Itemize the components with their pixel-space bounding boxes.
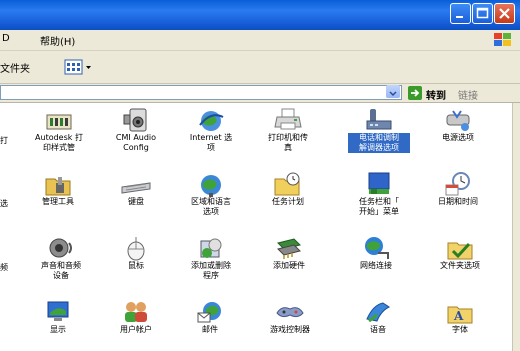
display-icon	[47, 301, 69, 321]
keyboard-item[interactable]: 键盘	[110, 175, 162, 207]
network-connections-icon	[365, 237, 389, 259]
views-icon[interactable]	[64, 57, 94, 77]
admin-tools-icon	[45, 177, 71, 196]
taskbar-start-icon	[368, 172, 390, 194]
item-label: 添加或删除 程序	[191, 261, 231, 280]
toolbar: 文件夹	[0, 51, 520, 84]
user-accounts-item[interactable]: 用户帐户	[110, 299, 162, 335]
sounds-audio-devices-item[interactable]: 声音和音频 设备	[30, 235, 92, 281]
item-label: 键盘	[128, 197, 144, 206]
administrative-tools-item[interactable]: 管理工具	[30, 173, 86, 207]
item-label: CMI Audio Config	[115, 133, 157, 152]
autodesk-plot-style-item[interactable]: Autodesk 打 印样式管	[28, 109, 90, 153]
go-arrow-icon[interactable]	[408, 86, 422, 100]
region-language-icon	[201, 175, 221, 197]
item-label: 声音和音频 设备	[41, 261, 81, 280]
add-remove-programs-item[interactable]: 添加或删除 程序	[180, 235, 242, 281]
mouse-icon	[127, 236, 145, 261]
game-controller-icon	[276, 307, 304, 318]
close-button[interactable]	[494, 3, 515, 24]
maximize-button[interactable]	[472, 3, 493, 24]
item-label: 字体	[452, 325, 468, 334]
cmi-audio-config-item[interactable]: CMI Audio Config	[108, 107, 164, 153]
item-label: 鼠标	[128, 261, 144, 270]
autodesk-icon	[46, 114, 72, 130]
folder-options-item[interactable]: 文件夹选项	[430, 235, 490, 271]
power-options-item[interactable]: 电源选项	[430, 107, 486, 143]
mouse-item[interactable]: 鼠标	[112, 235, 160, 271]
folders-button[interactable]: 文件夹	[0, 60, 30, 75]
fonts-icon: A	[447, 306, 473, 324]
item-label: 网络连接	[360, 261, 392, 270]
fonts-item[interactable]: A 字体	[438, 299, 482, 335]
menu-item-tools-fragment[interactable]: D	[2, 33, 10, 44]
internet-options-item[interactable]: Internet 选 项	[180, 107, 242, 153]
item-label: 任务栏和「 开始」菜单	[359, 197, 399, 216]
phone-modem-options-item[interactable]: 电话和调制 解调器选项	[348, 107, 410, 153]
go-button[interactable]: 转到	[426, 87, 446, 102]
add-remove-programs-icon	[200, 238, 222, 258]
partial-item-label: 选	[0, 199, 8, 208]
item-label: 游戏控制器	[270, 325, 310, 334]
scheduled-tasks-icon	[274, 172, 300, 196]
item-label: 添加硬件	[273, 261, 305, 270]
windows-logo-icon	[494, 33, 511, 46]
item-label: 区域和语言 选项	[191, 197, 231, 216]
date-time-item[interactable]: 日期和时间	[430, 171, 486, 207]
power-options-icon	[446, 110, 470, 131]
date-time-icon	[445, 172, 470, 196]
item-label: 任务计划	[272, 197, 304, 206]
item-label: 用户帐户	[120, 325, 152, 334]
item-label: Internet 选 项	[189, 133, 233, 152]
chevron-down-icon	[389, 91, 397, 97]
menu-bar: D 帮助(H)	[0, 30, 520, 51]
add-hardware-item[interactable]: 添加硬件	[260, 235, 318, 271]
links-label[interactable]: 链接	[458, 87, 478, 102]
keyboard-icon	[121, 182, 151, 194]
address-field[interactable]	[0, 85, 402, 100]
partial-item-label: 频	[0, 263, 8, 272]
region-language-item[interactable]: 区域和语言 选项	[180, 173, 242, 217]
mail-item[interactable]: 邮件	[186, 299, 234, 335]
item-label-selected: 电话和调制 解调器选项	[348, 133, 410, 153]
item-label: 语音	[370, 325, 386, 334]
add-hardware-icon	[277, 238, 301, 259]
user-accounts-icon	[125, 302, 147, 322]
item-label: 日期和时间	[438, 197, 478, 206]
item-label: 显示	[50, 325, 66, 334]
speech-icon	[366, 302, 390, 323]
vertical-scrollbar[interactable]	[512, 103, 520, 351]
speech-item[interactable]: 语音	[358, 299, 398, 335]
item-label: 管理工具	[42, 197, 74, 206]
display-item[interactable]: 显示	[36, 299, 80, 335]
title-bar	[0, 0, 520, 30]
address-dropdown-button[interactable]	[386, 85, 400, 98]
item-label: Autodesk 打 印样式管	[35, 133, 83, 152]
taskbar-start-menu-item[interactable]: 任务栏和「 开始」菜单	[348, 171, 410, 217]
sound-audio-icon	[49, 238, 72, 258]
audio-config-icon	[123, 108, 147, 132]
game-controllers-item[interactable]: 游戏控制器	[260, 299, 320, 335]
minimize-button[interactable]	[450, 3, 471, 24]
internet-options-icon	[199, 111, 224, 131]
address-bar: 转到 链接	[0, 84, 520, 103]
control-panel-content: 打 选 频 Autodesk 打 印样式管 CMI Audio Config I…	[0, 103, 512, 351]
mail-icon	[197, 302, 221, 323]
printer-icon	[274, 108, 302, 130]
network-connections-item[interactable]: 网络连接	[348, 235, 404, 271]
item-label: 电源选项	[442, 133, 474, 142]
svg-text:A: A	[453, 309, 464, 323]
item-label: 打印机和传 真	[268, 133, 308, 152]
item-label: 文件夹选项	[440, 261, 480, 270]
menu-item-help[interactable]: 帮助(H)	[40, 33, 75, 48]
item-label: 邮件	[202, 325, 218, 334]
partial-item-label: 打	[0, 136, 8, 145]
folder-options-icon	[447, 242, 473, 260]
scheduled-tasks-item[interactable]: 任务计划	[262, 171, 314, 207]
phone-modem-icon	[366, 109, 392, 130]
printers-faxes-item[interactable]: 打印机和传 真	[258, 107, 318, 153]
